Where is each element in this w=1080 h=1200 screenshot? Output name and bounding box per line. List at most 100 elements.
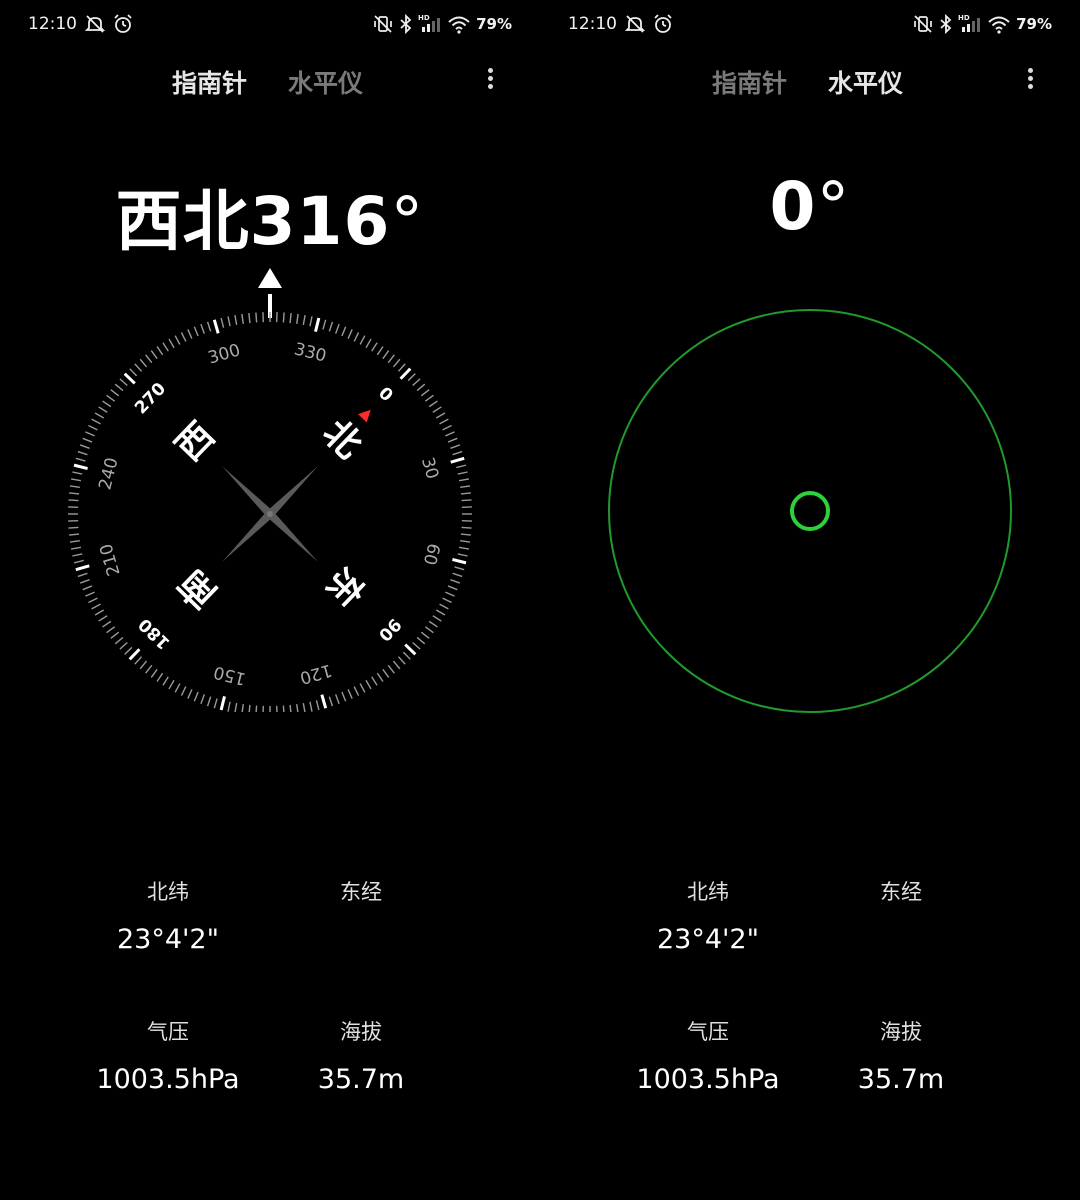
heading-unit: °	[390, 183, 425, 260]
compass-tick	[248, 704, 251, 712]
compass-tick	[241, 704, 244, 712]
center-dot	[267, 511, 273, 517]
compass-tick	[347, 689, 353, 699]
compass-tick	[77, 572, 88, 578]
compass-tick	[439, 418, 449, 425]
compass-tick	[69, 540, 80, 543]
compass-tick	[206, 696, 212, 707]
compass-tick	[457, 553, 468, 557]
bluetooth-icon	[399, 13, 413, 35]
status-bar: 12:10 HD 79%	[540, 0, 1080, 50]
compass-dial[interactable]: 0 30 60 90 120 150 180 210 240 270 300 330 北东 南 西	[60, 262, 480, 712]
compass-tick	[445, 591, 455, 597]
compass-tick	[309, 316, 313, 327]
longitude-label: 东经	[880, 880, 922, 904]
compass-tick	[458, 478, 470, 482]
compass-tick	[460, 485, 471, 488]
compass-tick	[234, 314, 238, 326]
compass-tick	[168, 679, 175, 690]
compass-tick	[392, 660, 401, 670]
tab-level[interactable]: 水平仪	[828, 64, 903, 100]
latitude-value: 23°4'2"	[116, 924, 220, 955]
bluetooth-icon	[939, 13, 953, 35]
compass-tick	[206, 321, 212, 332]
compass-tick	[91, 418, 101, 425]
compass-tick	[359, 335, 366, 345]
compass-tick	[387, 664, 395, 674]
mode-tabs: 指南针 水平仪	[0, 60, 540, 100]
compass-tick	[168, 338, 175, 349]
compass-tick	[85, 431, 95, 437]
compass-tick	[335, 694, 340, 705]
compass-tick	[289, 313, 292, 324]
compass-tick	[407, 373, 416, 382]
compass-tick	[213, 698, 218, 709]
compass-tick	[456, 464, 467, 469]
compass-tick	[435, 609, 446, 616]
more-dot-icon	[487, 68, 493, 73]
compass-tick	[102, 400, 112, 408]
compass-tick	[289, 704, 292, 712]
compass-tick	[106, 626, 116, 634]
compass-tick	[416, 636, 426, 645]
compass-tick	[134, 656, 143, 665]
compass-tick	[341, 326, 347, 337]
bubble-level	[608, 309, 1012, 713]
compass-tick	[309, 701, 313, 712]
compass-tick	[145, 664, 153, 674]
compass-tick	[227, 701, 231, 712]
compass-tick	[69, 533, 80, 536]
compass-tick	[114, 636, 124, 645]
compass-degree-label: 0	[374, 383, 397, 406]
more-options-button[interactable]	[1018, 66, 1042, 94]
tab-level[interactable]: 水平仪	[288, 64, 363, 100]
compass-tick	[106, 394, 116, 402]
compass-degree-label: 150	[212, 661, 248, 688]
compass-tick	[128, 648, 141, 661]
compass-tick	[102, 620, 112, 628]
compass-tick	[335, 323, 340, 334]
compass-tick	[424, 394, 434, 402]
compass-tick	[404, 643, 417, 656]
compass-tick	[187, 329, 193, 339]
mute-icon	[624, 13, 646, 35]
status-bar: 12:10 HD 79%	[0, 0, 540, 50]
compass-tick	[193, 691, 199, 702]
compass-tick	[341, 691, 347, 702]
alarm-icon	[652, 13, 674, 35]
compass-tick	[187, 689, 193, 699]
compass-tick	[458, 546, 470, 550]
compass-tick	[347, 329, 353, 339]
compass-tick	[124, 646, 133, 655]
compass-tick	[432, 406, 442, 413]
compass-tick	[435, 412, 446, 419]
level-bubble	[790, 491, 830, 531]
heading-direction: 西北	[115, 183, 250, 260]
compass-tick	[447, 585, 458, 591]
more-options-button[interactable]	[478, 66, 502, 94]
tab-compass[interactable]: 指南针	[172, 64, 247, 100]
compass-tick	[110, 389, 120, 397]
compass-tick	[359, 683, 366, 693]
compass-tick	[315, 700, 320, 711]
compass-tick	[397, 656, 406, 665]
compass-tick	[180, 686, 187, 696]
compass-tick	[322, 319, 327, 330]
tab-compass[interactable]: 指南针	[712, 64, 787, 100]
compass-tick	[68, 499, 79, 502]
wifi-icon	[987, 13, 1011, 35]
compass-tick	[328, 696, 334, 707]
compass-tick	[119, 641, 128, 650]
compass-tick	[457, 471, 468, 475]
compass-tick	[134, 363, 143, 372]
cardinal-south: 南	[171, 561, 225, 616]
compass-tick	[94, 412, 105, 419]
compass-tick	[255, 312, 258, 323]
compass-tick	[174, 683, 181, 693]
pressure-label: 气压	[147, 1020, 189, 1044]
compass-tick	[452, 558, 467, 565]
compass-degree-label: 300	[206, 340, 243, 368]
vibrate-icon	[912, 13, 934, 35]
compass-tick	[88, 597, 98, 604]
compass-tick	[412, 378, 421, 387]
